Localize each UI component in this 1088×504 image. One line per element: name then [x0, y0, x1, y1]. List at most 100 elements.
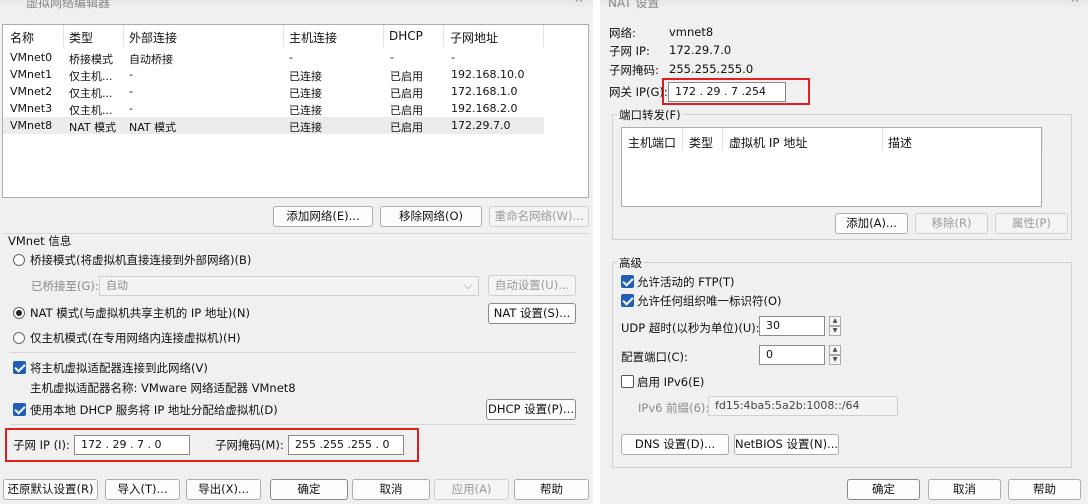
network-table: 名称 类型 外部连接 主机连接 DHCP 子网地址 VMnet0 桥接模式 自动…: [2, 24, 589, 198]
divider: [10, 352, 576, 353]
close-icon[interactable]: ✕: [574, 0, 584, 6]
table-row[interactable]: VMnet3 仅主机... - 已连接 已启用 192.168.2.0: [3, 100, 544, 117]
dhcp-settings-button[interactable]: DHCP 设置(P)...: [486, 399, 576, 420]
col-separator[interactable]: [283, 25, 284, 47]
col-separator[interactable]: [383, 25, 384, 47]
col-separator[interactable]: [882, 128, 883, 150]
nat-mode-label[interactable]: NAT 模式(与虚拟机共享主机的 IP 地址)(N): [30, 305, 250, 321]
connect-adapter-label[interactable]: 将主机虚拟适配器连接到此网络(V): [30, 360, 208, 376]
apply-button[interactable]: 应用(A): [434, 479, 509, 500]
pf-properties-button[interactable]: 属性(P): [995, 213, 1068, 234]
host-only-radio[interactable]: [13, 332, 25, 344]
rename-network-button[interactable]: 重命名网络(W)...: [489, 206, 589, 227]
nat-settings-button[interactable]: NAT 设置(S)...: [488, 303, 576, 324]
pf-remove-button[interactable]: 移除(R): [915, 213, 988, 234]
table-row[interactable]: VMnet0 桥接模式 自动桥接 - - -: [3, 49, 544, 66]
netbios-settings-button[interactable]: NetBIOS 设置(N)...: [734, 434, 839, 455]
col-header-name[interactable]: 名称: [10, 29, 34, 46]
host-only-label[interactable]: 仅主机模式(在专用网络内连接虚拟机)(H): [30, 330, 241, 346]
help-button[interactable]: 帮助: [514, 479, 589, 500]
bridged-mode-label[interactable]: 桥接模式(将虚拟机直接连接到外部网络)(B): [30, 252, 251, 268]
table-row[interactable]: VMnet2 仅主机... - 已连接 已启用 172.168.1.0: [3, 83, 544, 100]
nat-subnet-ip-label: 子网 IP:: [609, 44, 650, 58]
allow-oui-checkbox[interactable]: [621, 294, 634, 307]
allow-oui-label[interactable]: 允许任何组织唯一标识符(O): [637, 293, 782, 309]
cell-dhcp: 已启用: [390, 121, 423, 134]
nat-ok-button[interactable]: 确定: [847, 479, 920, 500]
remove-network-button[interactable]: 移除网络(O): [380, 206, 482, 227]
col-separator[interactable]: [722, 128, 723, 150]
divider: [10, 424, 576, 425]
auto-settings-button[interactable]: 自动设置(U)...: [488, 275, 576, 296]
add-network-button[interactable]: 添加网络(E)...: [273, 206, 373, 227]
network-table-header: 名称 类型 外部连接 主机连接 DHCP 子网地址: [3, 25, 588, 47]
cell-host: 已连接: [289, 104, 322, 117]
subnet-mask-label: 子网掩码(M):: [215, 438, 284, 452]
nat-mode-radio[interactable]: [13, 307, 25, 319]
spin-up-icon[interactable]: ▲: [829, 345, 841, 355]
enable-ipv6-label[interactable]: 启用 IPv6(E): [637, 374, 704, 390]
udp-timeout-label: UDP 超时(以秒为单位)(U):: [621, 321, 760, 335]
subnet-ip-input[interactable]: 172 . 29 . 7 . 0: [74, 435, 190, 455]
connect-adapter-checkbox[interactable]: [13, 361, 26, 374]
udp-timeout-input[interactable]: 30: [759, 316, 825, 336]
col-separator[interactable]: [682, 128, 683, 150]
ipv6-prefix-input[interactable]: fd15:4ba5:5a2b:1008::/64: [708, 396, 898, 416]
ok-button[interactable]: 确定: [270, 479, 348, 500]
pf-add-button[interactable]: 添加(A)...: [835, 213, 908, 234]
col-separator[interactable]: [1042, 128, 1043, 150]
nat-help-button[interactable]: 帮助: [1008, 479, 1081, 500]
export-button[interactable]: 导出(X)...: [186, 479, 261, 500]
table-row-selected[interactable]: VMnet8 NAT 模式 NAT 模式 已连接 已启用 172.29.7.0: [3, 117, 544, 134]
col-header-host[interactable]: 主机连接: [289, 29, 337, 46]
allow-ftp-label[interactable]: 允许活动的 FTP(T): [637, 274, 735, 290]
col-separator[interactable]: [63, 25, 64, 47]
gateway-ip-input[interactable]: 172 . 29 . 7 .254: [668, 82, 786, 102]
table-row[interactable]: VMnet1 仅主机... - 已连接 已启用 192.168.10.0: [3, 66, 544, 83]
vmnet-info-label: VMnet 信息: [8, 234, 72, 248]
cell-name: VMnet8: [10, 119, 53, 132]
pf-col-vm-ip[interactable]: 虚拟机 IP 地址: [729, 134, 807, 151]
col-header-external[interactable]: 外部连接: [129, 29, 177, 46]
close-icon[interactable]: ✕: [1070, 0, 1080, 6]
col-separator[interactable]: [443, 25, 444, 47]
advanced-label: 高级: [617, 255, 644, 271]
cell-host: 已连接: [289, 87, 322, 100]
right-window-title: NAT 设置: [608, 0, 660, 10]
use-dhcp-checkbox[interactable]: [13, 403, 26, 416]
config-port-spinner[interactable]: ▲ ▼: [829, 345, 841, 365]
config-port-input[interactable]: 0: [759, 345, 825, 365]
cell-external: -: [129, 102, 133, 115]
cell-dhcp: 已启用: [390, 87, 423, 100]
spin-down-icon[interactable]: ▼: [829, 326, 841, 336]
spin-up-icon[interactable]: ▲: [829, 316, 841, 326]
col-header-subnet[interactable]: 子网地址: [450, 29, 498, 46]
use-dhcp-label[interactable]: 使用本地 DHCP 服务将 IP 地址分配给虚拟机(D): [30, 402, 278, 418]
col-separator[interactable]: [543, 25, 544, 47]
enable-ipv6-checkbox[interactable]: [621, 375, 634, 388]
allow-ftp-checkbox[interactable]: [621, 275, 634, 288]
cancel-button[interactable]: 取消: [352, 479, 430, 500]
pf-col-description[interactable]: 描述: [888, 134, 912, 151]
bridged-to-select[interactable]: 自动 ⌵: [99, 276, 479, 296]
cell-external: NAT 模式: [129, 121, 177, 134]
pf-col-type[interactable]: 类型: [689, 134, 713, 151]
subnet-mask-input[interactable]: 255 .255 .255 . 0: [288, 435, 404, 455]
nat-subnet-mask-label: 子网掩码:: [609, 63, 659, 77]
nat-cancel-button[interactable]: 取消: [928, 479, 1001, 500]
pf-col-host-port[interactable]: 主机端口: [628, 134, 676, 151]
bridged-mode-radio[interactable]: [13, 254, 25, 266]
cell-host: 已连接: [289, 121, 322, 134]
right-title-bar: [600, 0, 1088, 6]
import-button[interactable]: 导入(T)...: [105, 479, 180, 500]
udp-timeout-spinner[interactable]: ▲ ▼: [829, 316, 841, 336]
window-gap: [593, 0, 600, 504]
spin-down-icon[interactable]: ▼: [829, 355, 841, 365]
col-header-dhcp[interactable]: DHCP: [389, 29, 423, 43]
restore-defaults-button[interactable]: 还原默认设置(R): [3, 479, 98, 500]
col-separator[interactable]: [123, 25, 124, 47]
cell-name: VMnet0: [10, 51, 53, 64]
cell-subnet: 172.29.7.0: [451, 119, 511, 132]
col-header-type[interactable]: 类型: [69, 29, 93, 46]
dns-settings-button[interactable]: DNS 设置(D)...: [621, 434, 729, 455]
